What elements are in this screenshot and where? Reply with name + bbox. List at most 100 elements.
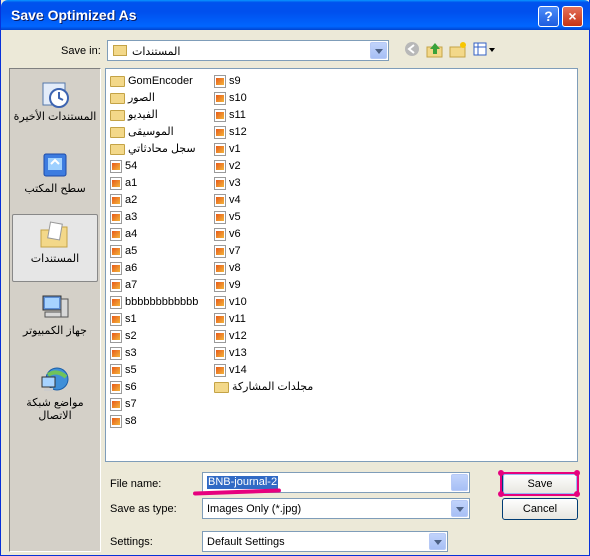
image-file-icon <box>110 312 122 326</box>
image-file-icon <box>214 278 226 292</box>
file-name: a4 <box>125 228 138 240</box>
annotation-dot <box>498 491 504 497</box>
file-list-item[interactable]: v10 <box>214 294 247 310</box>
file-list-item[interactable]: v4 <box>214 192 241 208</box>
image-file-icon <box>110 159 122 173</box>
file-name: s10 <box>229 92 247 104</box>
file-list-item[interactable]: s7 <box>110 396 137 412</box>
file-name: v14 <box>229 364 247 376</box>
chevron-down-icon[interactable] <box>451 474 468 491</box>
view-menu-icon[interactable] <box>473 41 497 59</box>
file-name: s12 <box>229 126 247 138</box>
file-list-item[interactable]: a4 <box>110 226 137 242</box>
file-list-item[interactable]: s9 <box>214 73 241 89</box>
file-list-item[interactable]: v13 <box>214 345 247 361</box>
file-name: s7 <box>125 398 137 410</box>
file-list-item[interactable]: GomEncoder <box>110 73 193 89</box>
file-list-item[interactable]: a7 <box>110 277 137 293</box>
annotation-dot <box>498 470 504 476</box>
file-list-item[interactable]: s8 <box>110 413 137 429</box>
new-folder-icon[interactable] <box>449 41 467 59</box>
network-places-icon <box>41 367 69 391</box>
image-file-icon <box>214 176 226 190</box>
chevron-down-icon[interactable] <box>429 533 446 550</box>
help-button[interactable]: ? <box>538 6 559 27</box>
place-my-computer[interactable]: جهاز الكمبيوتر <box>12 287 98 355</box>
file-list-item[interactable]: v8 <box>214 260 241 276</box>
folder-icon <box>110 75 125 87</box>
place-label: جهاز الكمبيوتر <box>23 325 87 337</box>
file-list-item[interactable]: s1 <box>110 311 137 327</box>
file-list-item[interactable]: الفيديو <box>110 107 158 123</box>
up-folder-icon[interactable] <box>426 41 444 59</box>
file-list-item[interactable]: a5 <box>110 243 137 259</box>
file-name: سجل محادثاتي <box>128 143 196 155</box>
file-name: مجلدات المشاركة <box>232 381 314 393</box>
settings-dropdown[interactable]: Default Settings <box>202 531 448 552</box>
file-list-item[interactable]: a2 <box>110 192 137 208</box>
file-list-item[interactable]: الصور <box>110 90 155 106</box>
file-list-item[interactable]: a3 <box>110 209 137 225</box>
file-list-item[interactable]: v9 <box>214 277 241 293</box>
file-list-item[interactable]: v3 <box>214 175 241 191</box>
file-list-item[interactable]: v2 <box>214 158 241 174</box>
file-name: v9 <box>229 279 241 291</box>
file-list-item[interactable]: s2 <box>110 328 137 344</box>
file-list-item[interactable]: v6 <box>214 226 241 242</box>
file-list-item[interactable]: v11 <box>214 311 246 327</box>
save-in-dropdown[interactable]: المستندات <box>107 40 389 61</box>
place-label: المستندات الأخيرة <box>13 111 97 123</box>
file-list-item[interactable]: v14 <box>214 362 247 378</box>
close-button[interactable]: × <box>562 6 583 27</box>
chevron-down-icon[interactable] <box>370 42 387 59</box>
file-list-item[interactable]: a6 <box>110 260 137 276</box>
file-name: a1 <box>125 177 138 189</box>
file-list-item[interactable]: الموسيقى <box>110 124 174 140</box>
file-list-item[interactable]: v7 <box>214 243 241 259</box>
image-file-icon <box>110 380 122 394</box>
file-list-item[interactable]: s3 <box>110 345 137 361</box>
file-list-item[interactable]: a1 <box>110 175 137 191</box>
file-name: s2 <box>125 330 137 342</box>
image-file-icon <box>110 363 122 377</box>
settings-value: Default Settings <box>207 536 285 548</box>
file-list-item[interactable]: s5 <box>110 362 137 378</box>
file-list-item[interactable]: مجلدات المشاركة <box>214 379 313 395</box>
file-name: s3 <box>125 347 137 359</box>
file-name: v10 <box>229 296 247 308</box>
file-list-item[interactable]: v5 <box>214 209 241 225</box>
file-list-item[interactable]: bbbbbbbbbbbb <box>110 294 198 310</box>
image-file-icon <box>214 108 226 122</box>
place-recent-documents[interactable]: المستندات الأخيرة <box>12 73 98 141</box>
file-list[interactable]: GomEncoder الصور الفيديو الموسيقى سجل محادثا… <box>105 68 578 462</box>
save-type-dropdown[interactable]: Images Only (*.jpg) <box>202 498 470 519</box>
file-list-item[interactable]: s12 <box>214 124 247 140</box>
file-list-item[interactable]: s6 <box>110 379 137 395</box>
image-file-icon <box>214 159 226 173</box>
place-desktop[interactable]: سطح المكتب <box>12 145 98 213</box>
file-name: a6 <box>125 262 138 274</box>
place-my-documents[interactable]: المستندات <box>12 214 98 282</box>
title-bar[interactable]: Save Optimized As ? × <box>1 0 590 30</box>
file-list-item[interactable]: s11 <box>214 107 246 123</box>
file-list-item[interactable]: v1 <box>214 141 241 157</box>
file-list-item[interactable]: s10 <box>214 90 247 106</box>
annotation-box <box>500 472 579 496</box>
file-name: s9 <box>229 75 241 87</box>
file-list-item[interactable]: 54 <box>110 158 137 174</box>
file-name: 54 <box>125 160 138 172</box>
image-file-icon <box>110 295 122 309</box>
file-name: GomEncoder <box>128 75 193 87</box>
file-name: الفيديو <box>128 109 158 121</box>
image-file-icon <box>214 244 226 258</box>
image-file-icon <box>110 227 122 241</box>
image-file-icon <box>110 397 122 411</box>
chevron-down-icon[interactable] <box>451 500 468 517</box>
image-file-icon <box>214 363 226 377</box>
image-file-icon <box>214 227 226 241</box>
place-network[interactable]: مواضع شبكة الاتصال <box>12 359 98 427</box>
file-list-item[interactable]: سجل محادثاتي <box>110 141 196 157</box>
back-icon[interactable] <box>404 41 422 59</box>
cancel-button[interactable]: Cancel <box>502 498 578 520</box>
file-list-item[interactable]: v12 <box>214 328 247 344</box>
